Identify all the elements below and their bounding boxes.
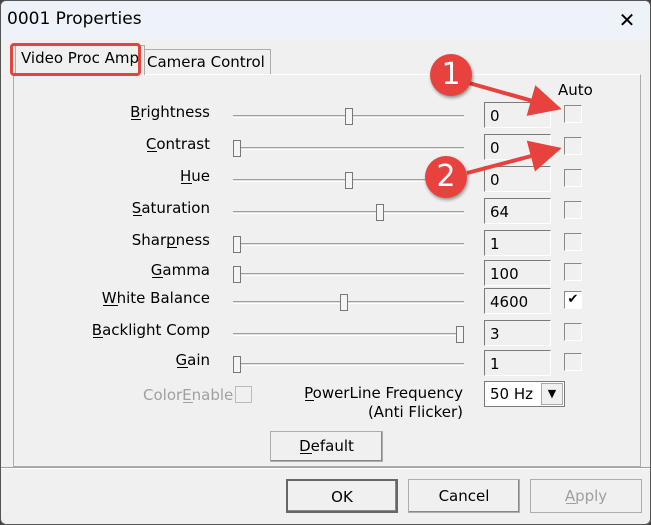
control-label: Gain xyxy=(175,351,211,369)
value-field[interactable]: 1 xyxy=(484,350,551,376)
auto-checkbox[interactable] xyxy=(564,105,582,123)
slider-thumb[interactable] xyxy=(344,108,353,125)
value-field[interactable]: 64 xyxy=(484,198,551,224)
annotation-badge-2: 2 xyxy=(425,156,467,198)
slider-gamma[interactable] xyxy=(233,266,464,283)
color-enable-checkbox[interactable] xyxy=(235,386,252,403)
properties-dialog: 0001 Properties ✕ Video Proc Amp Camera … xyxy=(0,0,651,525)
auto-checkbox[interactable] xyxy=(564,169,582,187)
slider-thumb[interactable] xyxy=(456,326,464,343)
annotation-badge-1: 1 xyxy=(430,54,472,96)
value-field[interactable]: 0 xyxy=(484,166,551,192)
slider-thumb[interactable] xyxy=(233,356,241,373)
auto-checkbox[interactable] xyxy=(564,233,582,251)
slider-contrast[interactable] xyxy=(233,140,464,157)
control-label: Gamma xyxy=(150,261,210,279)
value-field[interactable]: 4600 xyxy=(484,288,551,314)
default-label: Default xyxy=(299,437,354,455)
auto-checkbox[interactable] xyxy=(564,323,582,341)
control-label: Saturation xyxy=(131,199,210,217)
ok-button[interactable]: OK xyxy=(286,479,398,513)
slider-thumb[interactable] xyxy=(233,140,241,157)
control-label: Backlight Comp xyxy=(91,321,210,339)
slider-thumb[interactable] xyxy=(233,236,241,253)
cancel-button[interactable]: Cancel xyxy=(408,479,520,513)
control-label: Sharpness xyxy=(131,231,210,249)
chevron-down-icon[interactable]: ▼ xyxy=(541,383,563,405)
tab-video-proc-amp[interactable]: Video Proc Amp xyxy=(15,45,146,75)
slider-saturation[interactable] xyxy=(233,204,464,221)
powerline-frequency-select[interactable]: 50 Hz ▼ xyxy=(484,381,565,407)
slider-white-balance[interactable] xyxy=(233,294,464,311)
slider-backlight-comp[interactable] xyxy=(233,326,464,343)
slider-thumb[interactable] xyxy=(340,294,349,311)
auto-checkbox[interactable] xyxy=(564,201,582,219)
slider-sharpness[interactable] xyxy=(233,236,464,253)
close-icon[interactable]: ✕ xyxy=(605,3,649,37)
title-bar: 0001 Properties ✕ xyxy=(1,1,650,39)
control-label: Contrast xyxy=(145,135,210,153)
window-title: 0001 Properties xyxy=(7,9,142,29)
slider-thumb[interactable] xyxy=(233,266,241,283)
auto-header: Auto xyxy=(558,81,593,99)
apply-button[interactable]: Apply xyxy=(530,479,642,513)
auto-checkbox[interactable] xyxy=(564,353,582,371)
value-field[interactable]: 1 xyxy=(484,230,551,256)
default-button[interactable]: Default xyxy=(270,431,383,462)
value-field[interactable]: 0 xyxy=(484,102,551,128)
powerline-value: 50 Hz xyxy=(490,385,534,403)
slider-thumb[interactable] xyxy=(344,172,353,189)
anti-flicker-label: (Anti Flicker) xyxy=(367,403,463,421)
control-label: Hue xyxy=(179,167,210,185)
value-field[interactable]: 100 xyxy=(484,260,551,286)
auto-checkbox[interactable]: ✔ xyxy=(564,291,582,309)
control-label: White Balance xyxy=(101,289,210,307)
slider-brightness[interactable] xyxy=(233,108,464,125)
tab-camera-control[interactable]: Camera Control xyxy=(141,49,271,75)
control-label: Brightness xyxy=(130,103,210,121)
divider xyxy=(1,467,650,469)
auto-checkbox[interactable] xyxy=(564,263,582,281)
value-field[interactable]: 3 xyxy=(484,320,551,346)
slider-thumb[interactable] xyxy=(375,204,384,221)
auto-checkbox[interactable] xyxy=(564,137,582,155)
powerline-label: PowerLine Frequency (Anti Flicker) xyxy=(304,384,463,422)
slider-gain[interactable] xyxy=(233,356,464,373)
color-enable-label: ColorEnable xyxy=(143,386,234,404)
value-field[interactable]: 0 xyxy=(484,134,551,160)
apply-label: Apply xyxy=(564,487,608,505)
powerline-frequency-label: PowerLine Frequency xyxy=(304,384,463,402)
